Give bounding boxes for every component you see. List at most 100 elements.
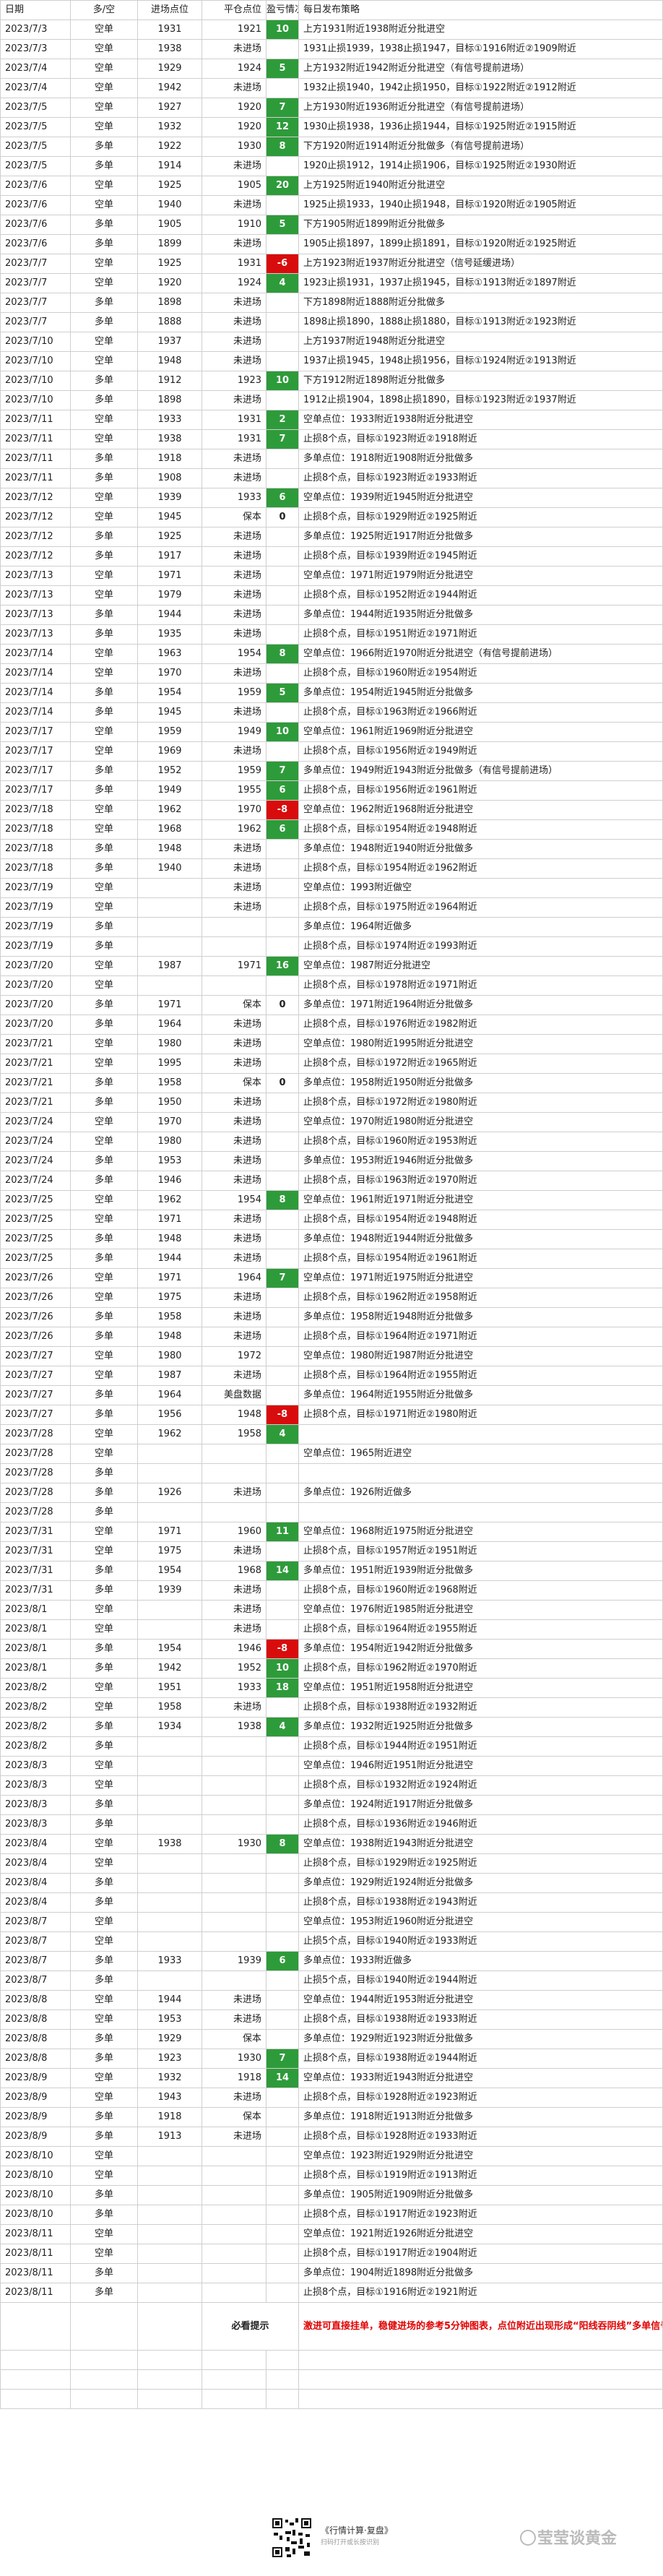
row-date: 2023/8/4	[0, 1892, 71, 1913]
row-close: 未进场	[202, 1151, 266, 1171]
table-row: 2023/7/5 多单 1914 未进场 1920止损1912，1914止损1906，目…	[0, 156, 663, 176]
row-pnl	[266, 936, 299, 957]
table-row: 2023/7/19 空单 未进场 空单点位：1993附近做空	[0, 878, 663, 898]
row-close: 保本	[202, 2029, 266, 2049]
qr-code-icon[interactable]	[271, 2517, 313, 2559]
row-strategy: 止损5个点，目标①1940附近②1933附近	[298, 1931, 663, 1952]
blank-cell	[202, 2350, 266, 2370]
row-pnl	[266, 449, 299, 469]
row-pnl	[266, 1931, 299, 1952]
row-direction: 多单	[70, 1580, 138, 1601]
qr-subcaption: 扫码打开或长按识别	[321, 2539, 380, 2546]
row-entry: 1943	[137, 2088, 202, 2108]
row-entry: 1971	[137, 566, 202, 586]
row-direction: 多单	[70, 2049, 138, 2069]
row-strategy: 下方1905附近1899附近分批做多	[298, 215, 663, 235]
table-row: 2023/8/4 多单 多单点位：1929附近1924附近分批做多	[0, 1873, 663, 1893]
row-direction: 多单	[70, 2205, 138, 2225]
table-row: 2023/7/5 多单 1922 1930 8 下方1920附近1914附近分批做多（有信…	[0, 137, 663, 157]
row-entry: 1948	[137, 1327, 202, 1347]
row-entry	[137, 1775, 202, 1796]
row-close	[202, 1853, 266, 1874]
row-pnl	[266, 1034, 299, 1054]
row-strategy: 多单点位：1932附近1925附近分批做多	[298, 1717, 663, 1737]
row-direction: 多单	[70, 1327, 138, 1347]
row-close: 1954	[202, 1190, 266, 1210]
row-close: 未进场	[202, 195, 266, 215]
row-direction: 空单	[70, 39, 138, 59]
row-close: 未进场	[202, 1034, 266, 1054]
row-strategy: 空单点位：1987附近分批进空	[298, 956, 663, 976]
row-entry: 1953	[137, 2009, 202, 2030]
trade-log-sheet: 日期 多/空 进场点位 平仓点位 盈亏情况 每日发布策略 2023/7/3空单1…	[0, 0, 663, 2409]
row-direction: 空单	[70, 1444, 138, 1464]
row-pnl: 7	[266, 98, 299, 118]
row-entry: 1940	[137, 195, 202, 215]
row-date: 2023/7/17	[0, 761, 71, 781]
row-date: 2023/8/7	[0, 1931, 71, 1952]
row-entry: 1920	[137, 273, 202, 293]
row-date: 2023/7/3	[0, 20, 71, 40]
row-direction: 多单	[70, 2029, 138, 2049]
row-entry: 1933	[137, 1951, 202, 1971]
row-entry: 1959	[137, 722, 202, 742]
row-entry: 1962	[137, 1424, 202, 1444]
row-strategy: 空单点位：1970附近1980附近分批进空	[298, 1112, 663, 1132]
row-close	[202, 1970, 266, 1991]
row-close: 未进场	[202, 449, 266, 469]
table-row: 2023/7/17 空单 1969 未进场 止损8个点，目标①1956附近②1949附近	[0, 741, 663, 762]
table-row: 2023/7/18 多单 1948 未进场 多单点位：1948附近1940附近分批做多	[0, 839, 663, 859]
row-strategy: 1937止损1945，1948止损1956，目标①1924附近②1913附近	[298, 351, 663, 371]
blank-cell	[0, 2350, 71, 2370]
row-date: 2023/7/11	[0, 468, 71, 488]
row-direction: 空单	[70, 585, 138, 606]
row-direction: 空单	[70, 566, 138, 586]
blank-cell	[266, 2350, 299, 2370]
row-date: 2023/8/8	[0, 2029, 71, 2049]
row-date: 2023/7/6	[0, 195, 71, 215]
row-date: 2023/7/26	[0, 1268, 71, 1288]
row-direction: 多单	[70, 215, 138, 235]
row-close: 1954	[202, 644, 266, 664]
row-entry: 1958	[137, 1307, 202, 1327]
table-row: 2023/7/25 空单 1962 1954 8 空单点位：1961附近1971附近分批进…	[0, 1190, 663, 1210]
row-date: 2023/8/8	[0, 1990, 71, 2010]
row-close: 未进场	[202, 897, 266, 918]
row-close: 1924	[202, 59, 266, 79]
row-close	[202, 1912, 266, 1932]
row-entry: 1933	[137, 410, 202, 430]
row-strategy: 止损8个点，目标①1954附近②1948附近	[298, 1210, 663, 1230]
blank-cell	[70, 2350, 138, 2370]
row-pnl: -8	[266, 1639, 299, 1659]
row-strategy: 1923止损1931，1937止损1945，目标①1913附近②1897附近	[298, 273, 663, 293]
row-date: 2023/7/10	[0, 351, 71, 371]
row-entry: 1923	[137, 2049, 202, 2069]
row-close: 1968	[202, 1561, 266, 1581]
table-row: 2023/7/19 多单 多单点位：1964附近做多	[0, 917, 663, 937]
row-date: 2023/7/28	[0, 1424, 71, 1444]
header-date: 日期	[0, 0, 71, 20]
row-pnl	[266, 897, 299, 918]
row-strategy: 空单点位：1953附近1960附近分批进空	[298, 1912, 663, 1932]
row-strategy: 1898止损1890，1888止损1880，目标①1913附近②1923附近	[298, 312, 663, 332]
table-row: 2023/7/21 空单 1980 未进场 空单点位：1980附近1995附近分批进空	[0, 1034, 663, 1054]
row-entry	[137, 1444, 202, 1464]
row-entry	[137, 1463, 202, 1483]
table-row: 2023/7/7 空单 1925 1931 -6 上方1923附近1937附近分批进空（信…	[0, 254, 663, 274]
row-date: 2023/7/27	[0, 1405, 71, 1425]
row-date: 2023/7/18	[0, 839, 71, 859]
row-close: 1946	[202, 1639, 266, 1659]
row-date: 2023/7/7	[0, 254, 71, 274]
row-direction: 多单	[70, 1873, 138, 1893]
table-row: 2023/7/18 多单 1940 未进场 止损8个点，目标①1954附近②1962附近	[0, 858, 663, 879]
row-close: 未进场	[202, 1366, 266, 1386]
row-close: 未进场	[202, 663, 266, 684]
notice-spacer	[137, 2302, 202, 2351]
row-direction: 多单	[70, 1405, 138, 1425]
row-entry	[137, 2205, 202, 2225]
table-row: 2023/8/10 多单 止损8个点，目标①1917附近②1923附近	[0, 2205, 663, 2225]
blank-cell	[137, 2389, 202, 2409]
table-row: 2023/7/28 多单	[0, 1463, 663, 1483]
row-date: 2023/8/7	[0, 1912, 71, 1932]
row-date: 2023/7/13	[0, 624, 71, 645]
